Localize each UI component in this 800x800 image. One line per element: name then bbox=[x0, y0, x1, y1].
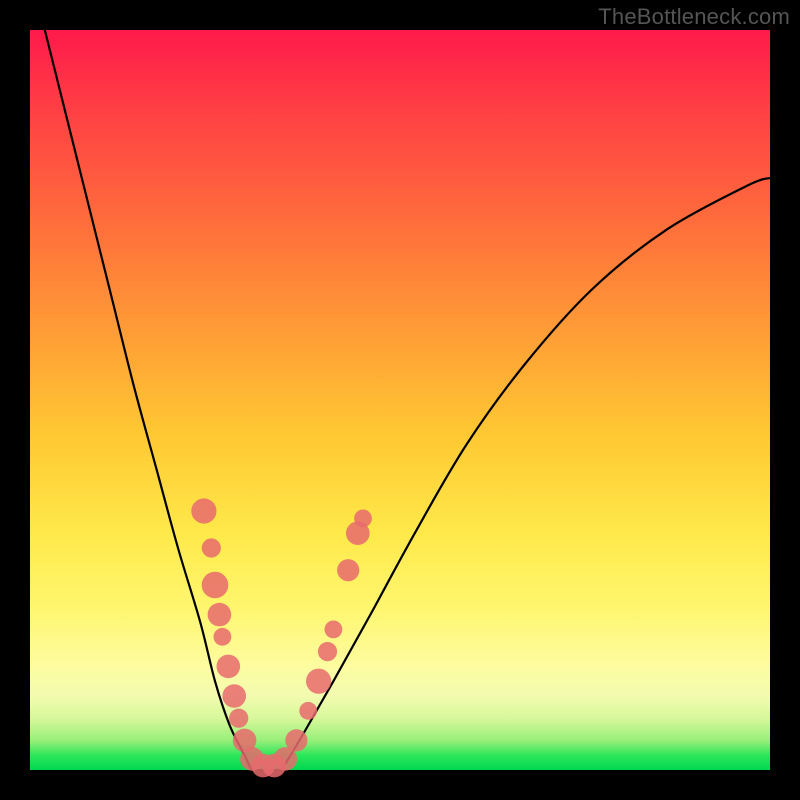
sample-marker bbox=[222, 684, 246, 708]
sample-markers bbox=[191, 498, 372, 777]
sample-marker bbox=[337, 559, 359, 581]
plot-area bbox=[30, 30, 770, 770]
sample-marker bbox=[299, 702, 317, 720]
sample-marker bbox=[214, 628, 232, 646]
sample-marker bbox=[318, 642, 337, 661]
right-curve bbox=[282, 178, 770, 770]
sample-marker bbox=[306, 669, 331, 694]
sample-marker bbox=[325, 621, 343, 639]
chart-svg bbox=[30, 30, 770, 770]
sample-marker bbox=[354, 510, 372, 528]
left-curve bbox=[45, 30, 282, 771]
watermark-text: TheBottleneck.com bbox=[598, 4, 790, 30]
sample-marker bbox=[191, 498, 216, 523]
sample-marker bbox=[285, 729, 307, 751]
sample-marker bbox=[202, 572, 229, 599]
sample-marker bbox=[217, 655, 241, 679]
sample-marker bbox=[208, 603, 232, 627]
chart-frame: TheBottleneck.com bbox=[0, 0, 800, 800]
sample-marker bbox=[202, 538, 221, 557]
sample-marker bbox=[229, 709, 248, 728]
